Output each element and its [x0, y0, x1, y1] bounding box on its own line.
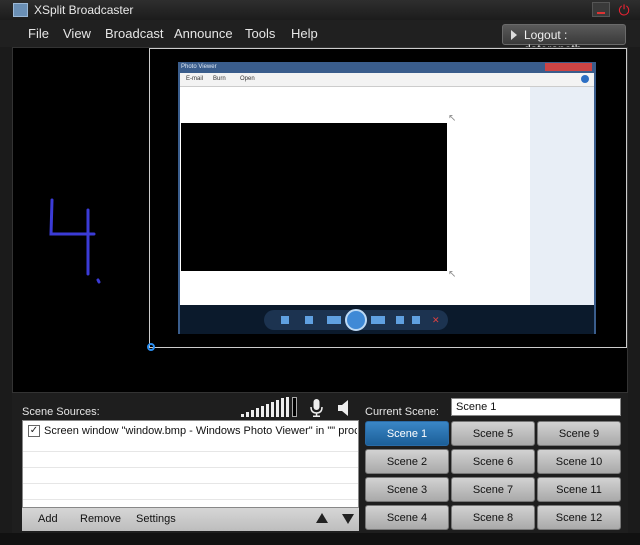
- menu-view[interactable]: View: [63, 26, 91, 41]
- scene-8-button[interactable]: Scene 8: [451, 505, 535, 530]
- resize-handle[interactable]: [147, 343, 155, 351]
- menu-help[interactable]: Help: [291, 26, 318, 41]
- scene-3-button[interactable]: Scene 3: [365, 477, 449, 502]
- current-scene-label: Current Scene:: [365, 406, 439, 418]
- minimize-button[interactable]: [592, 2, 610, 17]
- scene-sources-label: Scene Sources:: [22, 406, 100, 418]
- scene-2-button[interactable]: Scene 2: [365, 449, 449, 474]
- source-checkbox[interactable]: ✓: [28, 425, 40, 437]
- sources-toolbar: [22, 508, 359, 531]
- scene-12-button[interactable]: Scene 12: [537, 505, 621, 530]
- scene-7-button[interactable]: Scene 7: [451, 477, 535, 502]
- menu-file[interactable]: File: [28, 26, 49, 41]
- volume-meter[interactable]: [241, 397, 297, 417]
- remove-source-button[interactable]: Remove: [80, 513, 121, 525]
- menu-tools[interactable]: Tools: [245, 26, 275, 41]
- microphone-icon[interactable]: [310, 399, 323, 417]
- power-icon[interactable]: ⏻: [614, 1, 634, 19]
- scene-4-button[interactable]: Scene 4: [365, 505, 449, 530]
- status-bar: [0, 533, 640, 545]
- drawing-four: [49, 198, 101, 284]
- source-settings-button[interactable]: Settings: [136, 513, 176, 525]
- move-down-icon[interactable]: [342, 514, 354, 524]
- scene-5-button[interactable]: Scene 5: [451, 421, 535, 446]
- app-icon: [13, 3, 28, 17]
- menu-announce[interactable]: Announce: [174, 26, 233, 41]
- menu-broadcast[interactable]: Broadcast: [105, 26, 164, 41]
- source-item-label[interactable]: Screen window "window.bmp - Windows Phot…: [44, 425, 357, 437]
- play-arrow-icon: [511, 30, 517, 40]
- scene-11-button[interactable]: Scene 11: [537, 477, 621, 502]
- source-selection-frame[interactable]: [149, 48, 627, 348]
- move-up-icon[interactable]: [316, 513, 328, 523]
- scene-9-button[interactable]: Scene 9: [537, 421, 621, 446]
- scene-10-button[interactable]: Scene 10: [537, 449, 621, 474]
- window-title: XSplit Broadcaster: [34, 3, 134, 17]
- add-source-button[interactable]: Add: [38, 513, 58, 525]
- speaker-icon[interactable]: [337, 399, 352, 417]
- scene-6-button[interactable]: Scene 6: [451, 449, 535, 474]
- current-scene-input[interactable]: [451, 398, 621, 416]
- scene-1-button[interactable]: Scene 1: [365, 421, 449, 446]
- logout-button[interactable]: Logout : dateranoth: [502, 24, 626, 56]
